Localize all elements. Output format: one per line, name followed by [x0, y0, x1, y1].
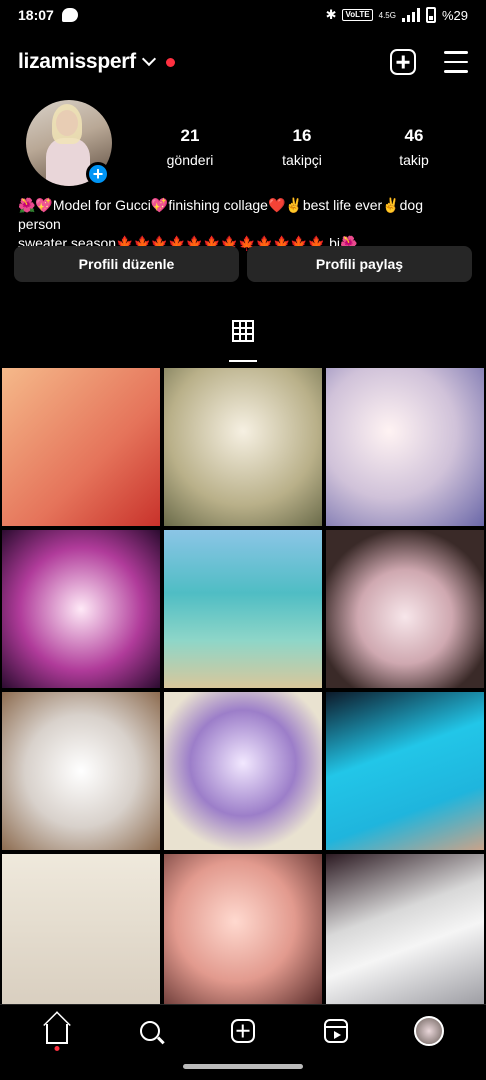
stat-following[interactable]: 46 takip: [374, 126, 454, 168]
stat-posts[interactable]: 21 gönderi: [150, 126, 230, 168]
active-tab-indicator: [229, 360, 257, 362]
battery-icon: [425, 7, 436, 23]
volte-badge: VoLTE: [342, 9, 373, 21]
post-thumbnail[interactable]: [162, 852, 324, 1006]
following-count: 46: [404, 126, 424, 145]
post-thumbnail[interactable]: [324, 690, 486, 852]
bottom-navigation: [0, 1004, 486, 1056]
create-icon: [230, 1018, 255, 1043]
post-thumbnail[interactable]: [324, 528, 486, 690]
home-notification-dot: [54, 1045, 60, 1051]
status-right: ✱ VoLTE 4.5G %29: [326, 7, 468, 23]
bluetooth-icon: ✱: [325, 7, 337, 22]
add-story-icon[interactable]: +: [86, 162, 110, 186]
profile-actions: Profili düzenle Profili paylaş: [14, 246, 472, 282]
grid-icon[interactable]: [232, 320, 254, 342]
nav-search[interactable]: [128, 1009, 172, 1053]
post-thumbnail[interactable]: [324, 366, 486, 528]
notification-dot: [165, 57, 175, 67]
profile-summary: + 21 gönderi 16 takipçi 46 takip: [26, 100, 466, 190]
chevron-down-icon[interactable]: [141, 51, 156, 67]
profile-header: lizamissperf: [0, 40, 486, 84]
reels-icon: [324, 1018, 349, 1043]
gesture-bar[interactable]: [183, 1064, 303, 1069]
following-label: takip: [399, 152, 429, 168]
post-thumbnail[interactable]: [0, 852, 162, 1006]
post-thumbnail[interactable]: [162, 690, 324, 852]
nav-create[interactable]: [221, 1009, 265, 1053]
post-thumbnail[interactable]: [0, 528, 162, 690]
profile-avatar-icon: [414, 1015, 445, 1046]
followers-count: 16: [292, 126, 312, 145]
menu-icon[interactable]: [444, 51, 468, 73]
posts-label: gönderi: [166, 152, 214, 168]
username-switcher[interactable]: lizamissperf: [18, 50, 136, 74]
post-thumbnail[interactable]: [162, 366, 324, 528]
home-icon: [45, 1023, 68, 1044]
followers-label: takipçi: [282, 152, 322, 168]
signal-icon: [401, 8, 420, 22]
message-notification-icon: [61, 8, 78, 22]
nav-home[interactable]: [35, 1009, 79, 1053]
post-thumbnail[interactable]: [0, 690, 162, 852]
search-icon: [139, 1020, 160, 1041]
content-tabs: [0, 320, 486, 364]
post-thumbnail[interactable]: [324, 852, 486, 1006]
post-thumbnail[interactable]: [0, 366, 162, 528]
bio-line-1: 🌺💖Model for Gucci💖finishing collage❤️✌️b…: [18, 197, 423, 232]
create-post-icon[interactable]: [390, 49, 416, 75]
nav-reels[interactable]: [314, 1009, 358, 1053]
nav-profile[interactable]: [407, 1009, 451, 1053]
profile-bio: 🌺💖Model for Gucci💖finishing collage❤️✌️b…: [18, 196, 468, 253]
share-profile-button[interactable]: Profili paylaş: [247, 246, 472, 282]
posts-grid: [0, 366, 486, 1006]
status-time: 18:07: [18, 7, 54, 23]
network-type: 4.5G: [378, 10, 396, 20]
stat-followers[interactable]: 16 takipçi: [262, 126, 342, 168]
status-bar: 18:07 ✱ VoLTE 4.5G %29: [0, 0, 486, 30]
post-thumbnail[interactable]: [162, 528, 324, 690]
posts-count: 21: [180, 126, 200, 145]
battery-percent: %29: [441, 7, 468, 23]
edit-profile-button[interactable]: Profili düzenle: [14, 246, 239, 282]
